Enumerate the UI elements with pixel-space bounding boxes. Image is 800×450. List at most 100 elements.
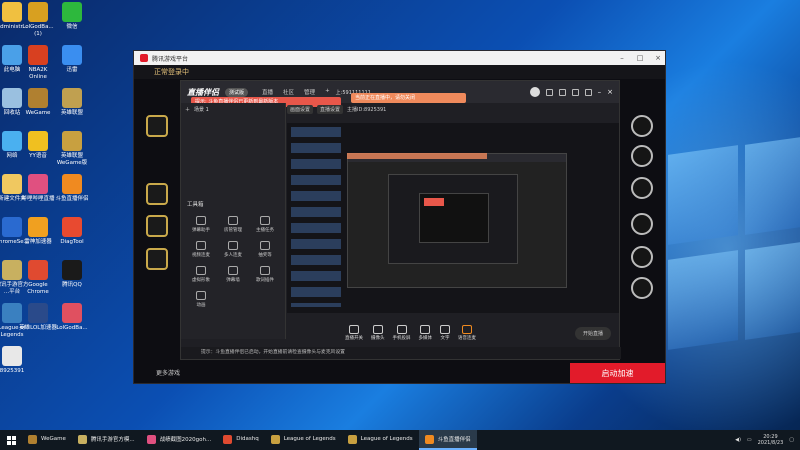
wallpaper-pane	[668, 145, 738, 245]
menu-item[interactable]: 社区	[283, 88, 294, 96]
network-icon[interactable]: ▭	[747, 437, 752, 443]
text-button[interactable]: 文字	[440, 325, 450, 341]
volume-icon[interactable]: ◀)	[735, 437, 741, 443]
game-round-button[interactable]	[631, 145, 653, 167]
desktop-icon[interactable]: LolGodBa...	[52, 303, 92, 332]
camera-button[interactable]: 摄像头	[371, 325, 385, 341]
app-icon	[28, 434, 37, 444]
tool-item[interactable]: 多人连麦	[217, 241, 249, 258]
skin-icon[interactable]	[545, 88, 553, 96]
taskbar-item[interactable]: Didashq	[217, 430, 264, 450]
desktop-icon[interactable]: 英雄联盟 WeGame版	[52, 131, 92, 167]
game-round-button[interactable]	[631, 213, 653, 235]
taskbar-item-label: Didashq	[236, 436, 259, 442]
stream-app-window[interactable]: 直播伴侣 测试版 直播 社区 管理 + 上:591111111 – × 提示: …	[180, 80, 621, 360]
game-menu-icon[interactable]	[146, 115, 168, 137]
tools-label: 工具箱	[187, 202, 204, 208]
app-icon	[28, 174, 48, 194]
clock[interactable]: 20:29 2021/8/23	[758, 434, 784, 446]
close-icon[interactable]: ×	[607, 88, 613, 96]
tool-item[interactable]: 抽奖等	[249, 241, 281, 258]
minimize-icon[interactable]: –	[615, 54, 629, 62]
desktop-icon[interactable]: 迅雷	[52, 45, 92, 74]
stream-preview[interactable]	[287, 123, 619, 313]
taskbar-item-label: League of Legends	[360, 436, 413, 442]
app-icon	[62, 217, 82, 237]
game-menu-icon[interactable]	[146, 248, 168, 270]
tool-icon	[196, 291, 206, 300]
desktop-icon[interactable]: 微信	[52, 2, 92, 31]
app-icon	[62, 45, 82, 65]
tab-live-settings[interactable]: 直播设置	[317, 105, 344, 114]
desktop-icon[interactable]: 腾讯QQ	[52, 260, 92, 289]
tool-item[interactable]: 歌词插件	[249, 266, 281, 283]
desktop-icon-label: DiagTool	[60, 239, 84, 245]
game-menu-icon[interactable]	[146, 215, 168, 237]
tool-item[interactable]: 主播任务	[249, 216, 281, 233]
minimize-icon[interactable]: –	[598, 88, 602, 96]
game-round-button[interactable]	[631, 246, 653, 268]
desktop-icon[interactable]: DiagTool	[52, 217, 92, 246]
accelerate-button[interactable]: 启动加速	[570, 363, 665, 383]
mic-icon	[462, 325, 472, 334]
tools-grid: 弹幕助手 房管管理 主播任务 视频连麦 多人连麦 抽奖等 虚拟形象 弹幕墙 歌词…	[185, 216, 281, 308]
taskbar-item-label: 斗鱼直播伴侣	[437, 437, 471, 443]
game-menu-icon[interactable]	[146, 183, 168, 205]
taskbar-item[interactable]: WeGame	[22, 430, 72, 450]
tab-picture[interactable]: 画面设置	[287, 105, 314, 114]
tool-item[interactable]: 弹幕墙	[217, 266, 249, 283]
game-title: 腾讯游戏平台	[152, 55, 189, 63]
menu-item[interactable]: 直播	[262, 88, 273, 96]
taskbar-item[interactable]: League of Legends	[342, 430, 419, 450]
taskbar-item[interactable]: 腾讯手游官方模...	[72, 430, 141, 450]
avatar[interactable]	[529, 87, 540, 97]
menu-item[interactable]: +	[325, 88, 330, 96]
voice-link-button[interactable]: 语音连麦	[458, 325, 476, 341]
close-icon[interactable]: ×	[651, 54, 665, 62]
game-round-button[interactable]	[631, 115, 653, 137]
desktop-icon-label: 英雄联盟 WeGame版	[56, 153, 88, 166]
media-button[interactable]: 多媒体	[419, 325, 432, 341]
taskbar-item[interactable]: League of Legends	[265, 430, 342, 450]
app-icon	[62, 260, 82, 280]
broadcast-icon	[349, 325, 359, 334]
wallpaper-pane	[745, 240, 800, 340]
taskbar-item[interactable]: 战绩截图2020goh...	[141, 430, 218, 450]
windows-icon	[6, 435, 16, 445]
message-icon[interactable]	[558, 88, 566, 96]
tool-item[interactable]: 视频连麦	[185, 241, 217, 258]
app-icon	[2, 346, 22, 366]
version-badge: 测试版	[225, 87, 249, 97]
more-games-label[interactable]: 更多游戏	[156, 368, 180, 377]
desktop-icon[interactable]: 8925391	[0, 346, 32, 375]
scene-row[interactable]: ＋ 场景 1	[181, 103, 285, 115]
live-toggle-button[interactable]: 直播开关	[345, 325, 363, 341]
taskbar-item[interactable]: 斗鱼直播伴侣	[418, 430, 477, 450]
taskbar-item-label: WeGame	[41, 436, 66, 442]
game-round-button[interactable]	[631, 277, 653, 299]
desktop-icon-label: 腾讯QQ	[62, 282, 82, 288]
game-round-button[interactable]	[631, 177, 653, 199]
app-icon	[28, 260, 48, 280]
screencast-button[interactable]: 手机投屏	[393, 325, 411, 341]
game-titlebar[interactable]: 腾讯游戏平台 – □ ×	[134, 51, 665, 65]
menu-icon[interactable]	[584, 88, 592, 96]
system-tray: ◀) ▭ 20:29 2021/8/23 ▢	[735, 434, 800, 446]
tool-item[interactable]: 弹幕助手	[185, 216, 217, 233]
start-live-button[interactable]: 开始直播	[574, 326, 611, 340]
settings-icon[interactable]	[571, 88, 579, 96]
desktop-icon[interactable]: 斗鱼直播伴侣	[52, 174, 92, 203]
desktop-icon[interactable]: 英雄联盟	[52, 88, 92, 117]
tool-item[interactable]: 动画	[185, 291, 217, 308]
tool-item[interactable]: 虚拟形象	[185, 266, 217, 283]
menu-item[interactable]: 管理	[304, 88, 315, 96]
add-scene-icon[interactable]: ＋	[185, 106, 190, 113]
stream-bottom-bar: 直播开关 摄像头 手机投屏 多媒体 文字 语音连麦 开始直播	[287, 319, 619, 347]
app-icon	[28, 131, 48, 151]
app-icon	[28, 217, 48, 237]
notification-icon[interactable]: ▢	[789, 437, 794, 443]
anchor-id: 主播ID:8925391	[347, 107, 387, 113]
maximize-icon[interactable]: □	[633, 54, 647, 62]
start-button[interactable]	[0, 430, 22, 450]
tool-item[interactable]: 房管管理	[217, 216, 249, 233]
